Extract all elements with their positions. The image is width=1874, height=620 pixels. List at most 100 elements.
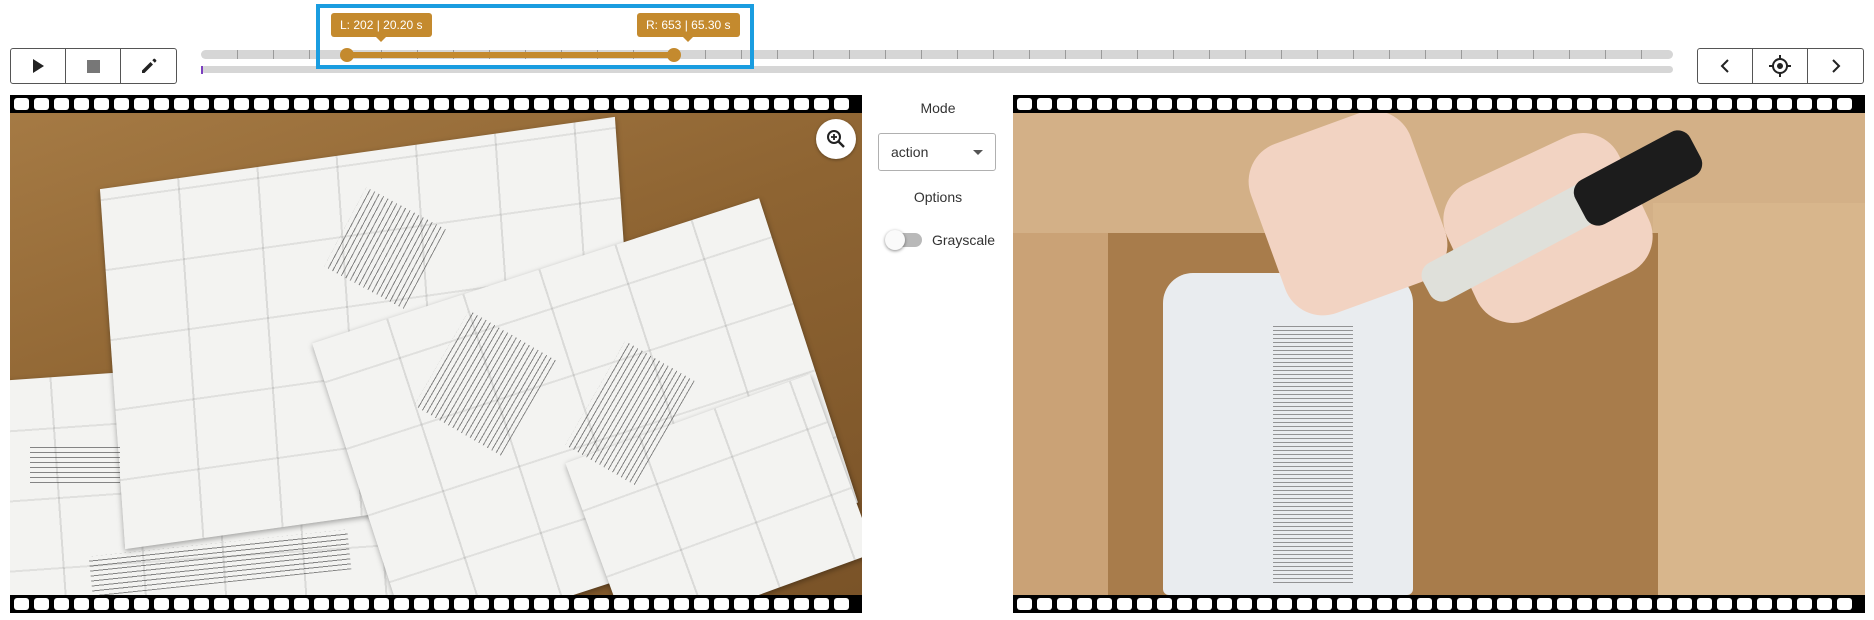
grayscale-toggle-row: Grayscale (885, 230, 995, 250)
perforation-hole (1477, 598, 1492, 610)
perforation-hole (94, 98, 109, 110)
center-button[interactable] (1753, 49, 1808, 83)
perforation-hole (1037, 98, 1052, 110)
chevron-down-icon (973, 149, 983, 155)
right-video-frame (1013, 95, 1865, 613)
perforation-hole (454, 98, 469, 110)
timeline-tick (1389, 50, 1390, 59)
perforation-hole (574, 98, 589, 110)
timeline-tick (237, 50, 238, 59)
perforation-hole (1277, 598, 1292, 610)
timeline-tick (921, 50, 922, 59)
playhead-marker (201, 66, 203, 74)
perforation-hole (254, 98, 269, 110)
chevron-left-icon (1720, 59, 1729, 73)
perforation-hole (174, 98, 189, 110)
perforation-hole (334, 598, 349, 610)
perforation-hole (1697, 598, 1712, 610)
timeline-tick (1569, 50, 1570, 59)
perforation-hole (1097, 598, 1112, 610)
perforation-hole (314, 98, 329, 110)
perforation-hole (1157, 98, 1172, 110)
mode-select[interactable]: action (878, 133, 996, 171)
perforation-hole (1377, 98, 1392, 110)
left-video-image (10, 113, 862, 595)
timeline-tick (1065, 50, 1066, 59)
zoom-in-icon (827, 130, 845, 148)
next-button[interactable] (1808, 49, 1863, 83)
perforation-hole (1137, 98, 1152, 110)
perforation-hole (1617, 98, 1632, 110)
perforation-hole (1497, 598, 1512, 610)
perforation-hole (1557, 98, 1572, 110)
perforation-hole (1677, 98, 1692, 110)
perforation-hole (1077, 598, 1092, 610)
perforation-hole (554, 598, 569, 610)
right-video-image (1013, 113, 1865, 595)
perforation-hole (1257, 98, 1272, 110)
perforation-hole (334, 98, 349, 110)
perforation-hole (714, 598, 729, 610)
perforation-hole (1197, 98, 1212, 110)
timeline-tick (1605, 50, 1606, 59)
perforation-hole (1117, 98, 1132, 110)
perforation-hole (554, 98, 569, 110)
perforation-hole (1697, 98, 1712, 110)
perforation-hole (154, 98, 169, 110)
perforation-hole (1477, 98, 1492, 110)
perforation-hole (34, 598, 49, 610)
pencil-icon (141, 58, 156, 73)
perforation-hole (694, 98, 709, 110)
perforation-hole (1777, 98, 1792, 110)
perforation-hole (1797, 98, 1812, 110)
timeline-tick (1425, 50, 1426, 59)
options-label: Options (913, 189, 963, 205)
play-button[interactable] (11, 49, 66, 83)
perforation-hole (1397, 98, 1412, 110)
perforation-hole (574, 598, 589, 610)
grayscale-toggle[interactable] (885, 230, 922, 250)
perforation-hole (374, 598, 389, 610)
timeline-tick (813, 50, 814, 59)
timeline-tick (273, 50, 274, 59)
perforation-hole (1397, 598, 1412, 610)
zoom-button[interactable] (816, 119, 856, 159)
perforation-hole (634, 598, 649, 610)
perforation-hole (74, 98, 89, 110)
perforation-hole (834, 598, 849, 610)
mode-select-value: action (891, 144, 929, 160)
perforation-hole (1437, 598, 1452, 610)
perforation-hole (74, 598, 89, 610)
perforation-hole (414, 598, 429, 610)
edit-button[interactable] (121, 49, 176, 83)
perforation-hole (354, 98, 369, 110)
range-highlight-box (316, 4, 754, 69)
perforation-hole (274, 98, 289, 110)
perforation-hole (1557, 598, 1572, 610)
perforation-hole (534, 98, 549, 110)
stop-icon (86, 59, 100, 73)
stop-button[interactable] (66, 49, 121, 83)
perforation-hole (1097, 98, 1112, 110)
perforation-hole (1717, 98, 1732, 110)
perforation-hole (1597, 598, 1612, 610)
timeline-tick (1353, 50, 1354, 59)
perforation-hole (1197, 598, 1212, 610)
perforation-hole (1677, 598, 1692, 610)
perforation-hole (1177, 98, 1192, 110)
perforation-hole (1577, 98, 1592, 110)
perforation-hole (594, 98, 609, 110)
perforation-hole (1537, 98, 1552, 110)
perforation-hole (1337, 598, 1352, 610)
perforation-hole (394, 98, 409, 110)
perforation-hole (1417, 598, 1432, 610)
perforation-hole (774, 98, 789, 110)
timeline-tick (309, 50, 310, 59)
timeline-tick (1317, 50, 1318, 59)
crosshair-icon (1769, 55, 1791, 77)
prev-button[interactable] (1698, 49, 1753, 83)
perforation-hole (1337, 98, 1352, 110)
perforation-hole (1217, 598, 1232, 610)
perforation-hole (134, 598, 149, 610)
perforation-hole (1297, 598, 1312, 610)
